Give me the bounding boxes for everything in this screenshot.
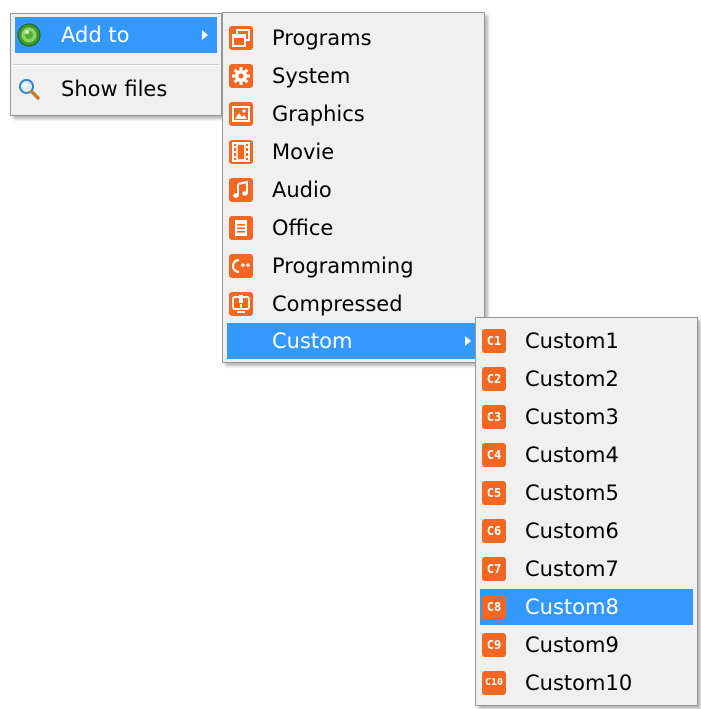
menu-item-custom2[interactable]: C2 Custom2 xyxy=(480,361,693,397)
document-icon xyxy=(229,216,253,240)
menu-item-custom6[interactable]: C6 Custom6 xyxy=(480,513,693,549)
code-icon xyxy=(229,254,253,278)
menu-item-label: Custom9 xyxy=(525,633,619,657)
custom-badge-icon: C1 xyxy=(482,329,506,353)
menu-item-label: Custom6 xyxy=(525,519,619,543)
menu-item-label: Custom10 xyxy=(525,671,633,695)
menu-item-graphics[interactable]: Graphics xyxy=(227,96,480,132)
custom-badge-icon: C7 xyxy=(482,557,506,581)
gear-icon xyxy=(229,64,253,88)
menu-item-label: Compressed xyxy=(272,292,403,316)
menu-separator xyxy=(13,64,219,66)
add-to-submenu: Programs System Graphics Movie Audio Off… xyxy=(222,12,485,363)
menu-item-custom7[interactable]: C7 Custom7 xyxy=(480,551,693,587)
menu-item-label: System xyxy=(272,64,351,88)
menu-item-custom4[interactable]: C4 Custom4 xyxy=(480,437,693,473)
menu-item-custom9[interactable]: C9 Custom9 xyxy=(480,627,693,663)
custom-badge-icon: C6 xyxy=(482,519,506,543)
menu-item-programs[interactable]: Programs xyxy=(227,20,480,56)
menu-item-label: Graphics xyxy=(272,102,365,126)
custom-badge-icon: C4 xyxy=(482,443,506,467)
menu-item-label: Office xyxy=(272,216,334,240)
menu-item-label: Custom5 xyxy=(525,481,619,505)
window-icon xyxy=(229,26,253,50)
menu-item-custom3[interactable]: C3 Custom3 xyxy=(480,399,693,435)
menu-item-custom8[interactable]: C8 Custom8 xyxy=(480,589,693,625)
menu-item-label: Programs xyxy=(272,26,372,50)
menu-item-programming[interactable]: Programming xyxy=(227,248,480,284)
menu-item-label: Audio xyxy=(272,178,332,202)
magnifier-icon xyxy=(17,77,41,101)
menu-item-label: Custom2 xyxy=(525,367,619,391)
menu-item-custom5[interactable]: C5 Custom5 xyxy=(480,475,693,511)
menu-item-movie[interactable]: Movie xyxy=(227,134,480,170)
green-globe-icon xyxy=(17,23,41,47)
custom-badge-icon: C3 xyxy=(482,405,506,429)
menu-item-custom[interactable]: Custom xyxy=(227,323,480,359)
menu-item-label: Custom7 xyxy=(525,557,619,581)
menu-item-label: Custom3 xyxy=(525,405,619,429)
picture-icon xyxy=(229,102,253,126)
menu-item-custom10[interactable]: C10 Custom10 xyxy=(480,665,693,701)
menu-item-show-files[interactable]: Show files xyxy=(15,71,217,107)
menu-item-add-to[interactable]: Add to xyxy=(15,17,217,53)
film-icon xyxy=(229,140,253,164)
menu-item-audio[interactable]: Audio xyxy=(227,172,480,208)
menu-item-label: Programming xyxy=(272,254,414,278)
menu-item-custom1[interactable]: C1 Custom1 xyxy=(480,323,693,359)
custom-badge-icon: C9 xyxy=(482,633,506,657)
music-note-icon xyxy=(229,178,253,202)
menu-item-label: Add to xyxy=(61,23,130,47)
custom-badge-icon: C5 xyxy=(482,481,506,505)
archive-icon xyxy=(229,292,253,316)
menu-item-office[interactable]: Office xyxy=(227,210,480,246)
custom-badge-icon: C8 xyxy=(482,595,506,619)
custom-submenu: C1 Custom1 C2 Custom2 C3 Custom3 C4 Cust… xyxy=(475,317,698,706)
custom-badge-icon: C2 xyxy=(482,367,506,391)
submenu-arrow-icon xyxy=(465,336,471,346)
menu-item-system[interactable]: System xyxy=(227,58,480,94)
menu-item-label: Custom8 xyxy=(525,595,619,619)
menu-item-label: Show files xyxy=(61,77,168,101)
menu-item-label: Custom xyxy=(272,329,353,353)
custom-badge-icon: C10 xyxy=(482,671,506,695)
context-menu: Add to Show files xyxy=(10,13,222,116)
menu-item-label: Custom1 xyxy=(525,329,619,353)
menu-item-label: Movie xyxy=(272,140,335,164)
menu-item-compressed[interactable]: Compressed xyxy=(227,286,480,322)
submenu-arrow-icon xyxy=(202,30,208,40)
menu-item-label: Custom4 xyxy=(525,443,619,467)
